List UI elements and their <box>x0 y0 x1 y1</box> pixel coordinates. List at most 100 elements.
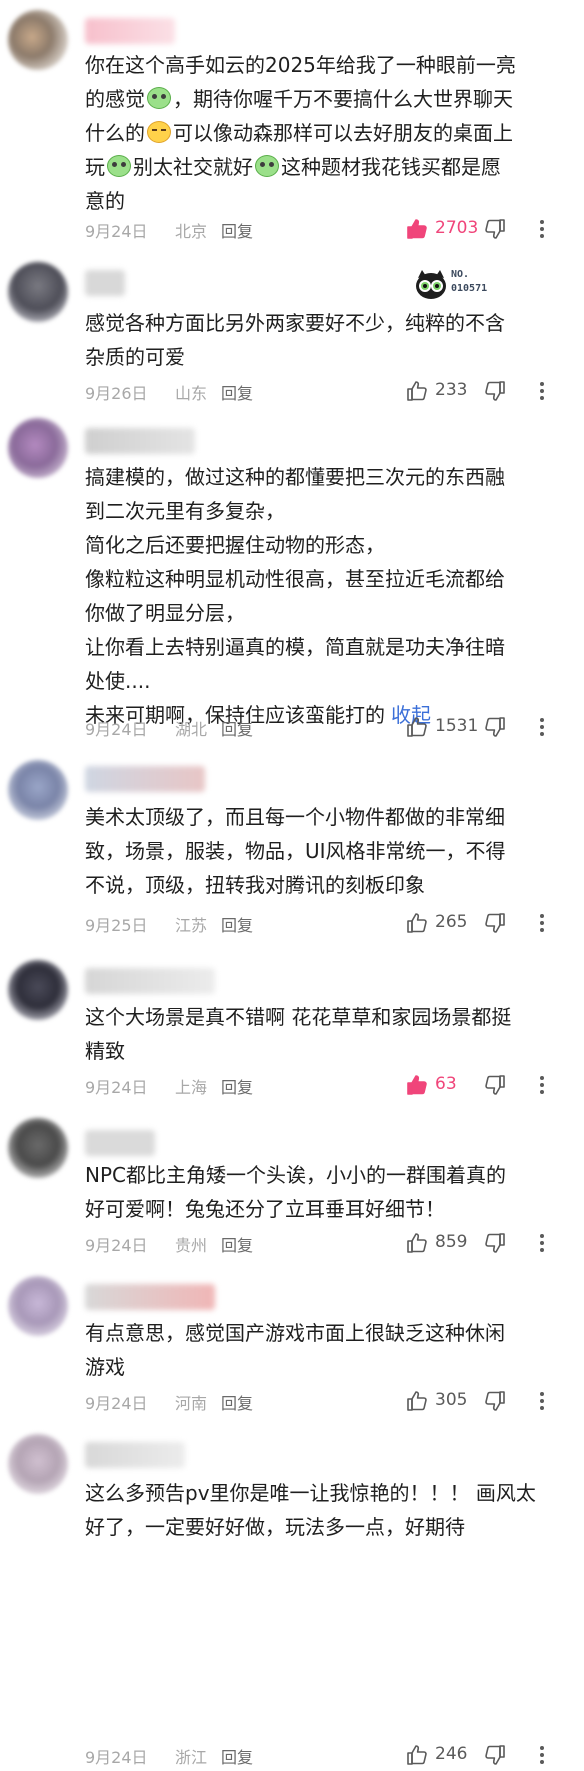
comment-text-segment: 的感觉 <box>85 87 145 111</box>
comment-region: 山东 <box>175 384 208 403</box>
comment-text-segment: 好了，一定要好好做，玩法多一点，好期待 <box>85 1515 465 1539</box>
username-blurred[interactable] <box>85 18 175 44</box>
comment-line: 感觉各种方面比另外两家要好不少，纯粹的不含 <box>85 306 565 340</box>
more-options-icon[interactable] <box>530 379 554 403</box>
comment-line: 你在这个高手如云的2025年给我了一种眼前一亮 <box>85 48 565 82</box>
avatar[interactable] <box>8 1276 68 1336</box>
comment-text-segment: NPC都比主角矮一个头诶，小小的一群围着真的 <box>85 1163 506 1187</box>
reply-button[interactable]: 回复 <box>221 912 253 936</box>
comment-text-segment: 美术太顶级了，而且每一个小物件都做的非常细 <box>85 805 505 829</box>
thumbs-up-icon[interactable] <box>405 1073 429 1097</box>
comment-line: 这么多预告pv里你是唯一让我惊艳的！！！ 画风太 <box>85 1476 565 1510</box>
comment-text-segment: 搞建模的，做过这种的都懂要把三次元的东西融 <box>85 465 505 489</box>
comment-line: 好了，一定要好好做，玩法多一点，好期待 <box>85 1510 565 1544</box>
more-options-icon[interactable] <box>530 1389 554 1413</box>
comment-line: 你做了明显分层， <box>85 596 565 630</box>
thumbs-down-icon[interactable] <box>483 1231 507 1255</box>
reply-button[interactable]: 回复 <box>221 1390 253 1414</box>
avatar[interactable] <box>8 1434 68 1494</box>
smiling-emoji-icon <box>255 155 279 177</box>
more-options-icon[interactable] <box>530 715 554 739</box>
more-options-icon[interactable] <box>530 911 554 935</box>
comment-region: 贵州 <box>175 1236 208 1255</box>
comment-region: 上海 <box>175 1078 208 1097</box>
comment-date: 9月24日 <box>85 222 148 241</box>
username-blurred[interactable] <box>85 968 215 994</box>
reply-button[interactable]: 回复 <box>221 1232 253 1256</box>
like-count: 265 <box>435 912 468 932</box>
comment-text-segment: 意的 <box>85 189 125 213</box>
comment-text-segment: 到二次元里有多复杂， <box>85 499 285 523</box>
thumbs-up-icon[interactable] <box>405 1743 429 1767</box>
like-count: 1531 <box>435 716 479 736</box>
comment-text-segment: 致，场景，服装，物品，UI风格非常统一，不得 <box>85 839 506 863</box>
more-options-icon[interactable] <box>530 1073 554 1097</box>
thumbs-down-icon[interactable] <box>483 715 507 739</box>
comment-text-segment: 处使.... <box>85 669 151 693</box>
comment-meta: 9月24日 上海 回复 63 <box>85 1070 565 1100</box>
username-blurred[interactable] <box>85 1130 155 1156</box>
comment-text: NPC都比主角矮一个头诶，小小的一群围着真的 好可爱啊！兔兔还分了立耳垂耳好细节！ <box>85 1158 565 1226</box>
comment-date: 9月24日 <box>85 1078 148 1097</box>
comment-meta: 9月26日 山东 回复 233 <box>85 376 565 406</box>
like-count: 859 <box>435 1232 468 1252</box>
more-options-icon[interactable] <box>530 1743 554 1767</box>
comment-line: 处使.... <box>85 664 565 698</box>
reply-button[interactable]: 回复 <box>221 380 253 404</box>
thumbs-up-icon[interactable] <box>405 1231 429 1255</box>
comment-line: 杂质的可爱 <box>85 340 565 374</box>
thumbs-up-icon[interactable] <box>405 911 429 935</box>
avatar[interactable] <box>8 760 68 820</box>
thumbs-down-icon[interactable] <box>483 1743 507 1767</box>
avatar[interactable] <box>8 10 68 70</box>
comment-meta: 9月24日 贵州 回复 859 <box>85 1228 565 1258</box>
avatar[interactable] <box>8 960 68 1020</box>
avatar[interactable] <box>8 1118 68 1178</box>
thumbs-up-icon[interactable] <box>405 715 429 739</box>
avatar[interactable] <box>8 418 68 478</box>
username-blurred[interactable] <box>85 1284 215 1310</box>
cat-face-icon <box>416 270 446 299</box>
comment-text-segment: 好可爱啊！兔兔还分了立耳垂耳好细节！ <box>85 1197 445 1221</box>
comment-region: 江苏 <box>175 916 208 935</box>
comment-text-segment: 别太社交就好 <box>133 155 253 179</box>
thumbs-down-icon[interactable] <box>483 217 507 241</box>
comment-text-segment: 什么的 <box>85 121 145 145</box>
comment-line: 致，场景，服装，物品，UI风格非常统一，不得 <box>85 834 565 868</box>
comment-line: 精致 <box>85 1034 565 1068</box>
thumbs-down-icon[interactable] <box>483 911 507 935</box>
thumbs-down-icon[interactable] <box>483 1073 507 1097</box>
avatar[interactable] <box>8 262 68 322</box>
username-blurred[interactable] <box>85 428 195 454</box>
reply-button[interactable]: 回复 <box>221 1074 253 1098</box>
comment-line: 有点意思，感觉国产游戏市面上很缺乏这种休闲 <box>85 1316 565 1350</box>
comment-text-segment: 这么多预告pv里你是唯一让我惊艳的！！！ 画风太 <box>85 1481 536 1505</box>
badge-number: NO. 010571 <box>451 269 488 294</box>
comment-meta: 9月24日 北京 回复 2703 <box>85 214 565 244</box>
thumbs-up-icon[interactable] <box>405 1389 429 1413</box>
more-options-icon[interactable] <box>530 217 554 241</box>
comment-text-segment: 玩 <box>85 155 105 179</box>
comment-text-segment: 杂质的可爱 <box>85 345 185 369</box>
reply-button[interactable]: 回复 <box>221 716 253 740</box>
more-options-icon[interactable] <box>530 1231 554 1255</box>
comment-text: 有点意思，感觉国产游戏市面上很缺乏这种休闲 游戏 <box>85 1316 565 1384</box>
comment-line: 意的 <box>85 184 565 218</box>
reply-button[interactable]: 回复 <box>221 1744 253 1768</box>
username-blurred[interactable] <box>85 1442 185 1468</box>
comment-line: 简化之后还要把握住动物的形态， <box>85 528 565 562</box>
username-blurred[interactable] <box>85 270 125 296</box>
username-blurred[interactable] <box>85 766 205 792</box>
comment-meta: 9月25日 江苏 回复 265 <box>85 908 565 938</box>
thumbs-up-icon[interactable] <box>405 379 429 403</box>
comment-date: 9月24日 <box>85 720 148 739</box>
reply-button[interactable]: 回复 <box>221 218 253 242</box>
like-count: 63 <box>435 1074 457 1094</box>
comment-text: 这个大场景是真不错啊 花花草草和家园场景都挺 精致 <box>85 1000 565 1068</box>
comment-text: 美术太顶级了，而且每一个小物件都做的非常细 致，场景，服装，物品，UI风格非常统一… <box>85 800 565 902</box>
comment-text-segment: 有点意思，感觉国产游戏市面上很缺乏这种休闲 <box>85 1321 505 1345</box>
comment-line: 搞建模的，做过这种的都懂要把三次元的东西融 <box>85 460 565 494</box>
thumbs-up-icon[interactable] <box>405 217 429 241</box>
thumbs-down-icon[interactable] <box>483 379 507 403</box>
thumbs-down-icon[interactable] <box>483 1389 507 1413</box>
